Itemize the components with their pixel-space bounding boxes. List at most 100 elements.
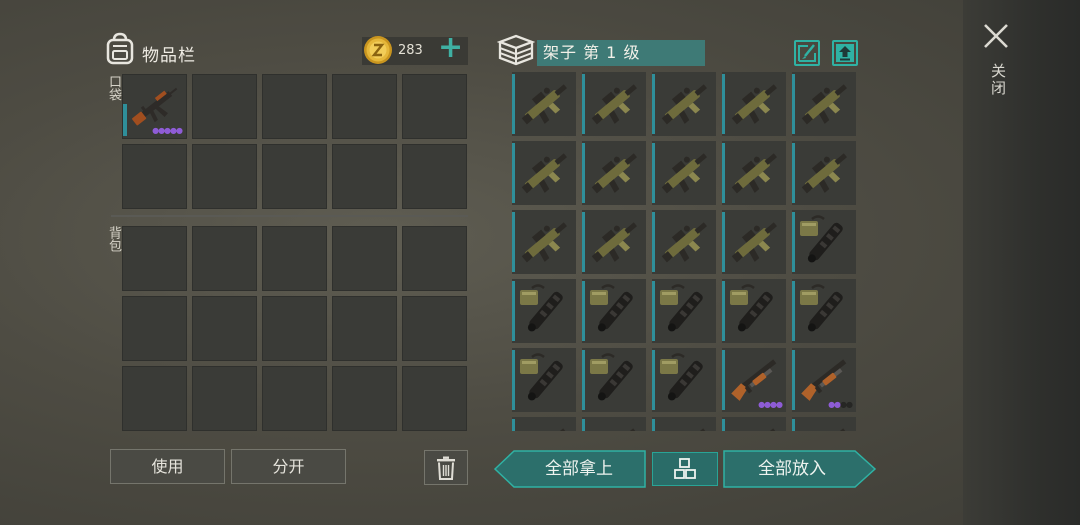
- slot-stripe: [652, 74, 655, 134]
- backpack-slot[interactable]: [332, 226, 397, 291]
- shelf-slot[interactable]: [792, 72, 856, 136]
- shelf-slot[interactable]: [582, 279, 646, 343]
- backpack-slot[interactable]: [402, 226, 467, 291]
- pocket-slot[interactable]: [262, 74, 327, 139]
- backpack-slot[interactable]: [192, 366, 257, 431]
- grenade-launcher-icon: [801, 153, 847, 194]
- backpack-slot[interactable]: [402, 366, 467, 431]
- flamethrower-icon: [520, 353, 563, 401]
- shelf-slot[interactable]: [652, 417, 716, 431]
- upgrade-button[interactable]: [832, 40, 858, 66]
- shelf-slot[interactable]: [652, 72, 716, 136]
- pocket-slot[interactable]: [192, 144, 257, 209]
- shelf-slot[interactable]: [582, 417, 646, 431]
- trash-icon: [437, 456, 455, 480]
- pocket-slot[interactable]: [262, 144, 327, 209]
- delete-button[interactable]: [424, 450, 468, 485]
- backpack-slot[interactable]: [262, 366, 327, 431]
- shotgun-icon: [810, 428, 847, 431]
- shelf-slot[interactable]: [512, 417, 576, 431]
- grenade-launcher-icon: [661, 153, 707, 194]
- shelf-slot[interactable]: [722, 417, 786, 431]
- grenade-launcher-icon: [591, 153, 637, 194]
- shelf-slot[interactable]: [722, 279, 786, 343]
- shelf-slot[interactable]: [722, 210, 786, 274]
- view-toggle-button[interactable]: [652, 452, 718, 486]
- slot-stripe: [722, 281, 725, 341]
- backpack-slot[interactable]: [192, 296, 257, 361]
- backpack-slot[interactable]: [122, 296, 187, 361]
- close-icon[interactable]: [982, 22, 1010, 50]
- slot-stripe: [582, 74, 585, 134]
- slot-stripe: [792, 419, 795, 431]
- add-coins-button[interactable]: +: [438, 33, 463, 63]
- flamethrower-icon: [520, 284, 563, 332]
- put-all-button[interactable]: 全部放入: [725, 451, 859, 487]
- shelf-slot[interactable]: ●●●●: [722, 348, 786, 412]
- shelf-slot[interactable]: [792, 279, 856, 343]
- shelf-slot[interactable]: [722, 141, 786, 205]
- split-button[interactable]: 分开: [231, 449, 346, 484]
- flamethrower-icon: [730, 284, 773, 332]
- pocket-slot[interactable]: ●●●●●: [122, 74, 187, 139]
- slot-stripe: [722, 74, 725, 134]
- shelf-slot[interactable]: [652, 348, 716, 412]
- shelf-slot[interactable]: [652, 210, 716, 274]
- shelf-slot[interactable]: [792, 210, 856, 274]
- backpack-slot[interactable]: [122, 366, 187, 431]
- backpack-slot[interactable]: [122, 226, 187, 291]
- shelf-slot[interactable]: ●●●●: [792, 348, 856, 412]
- pocket-slot[interactable]: [332, 74, 397, 139]
- flamethrower-icon: [800, 284, 843, 332]
- slot-stripe: [652, 212, 655, 272]
- shelf-slot[interactable]: [582, 72, 646, 136]
- shelf-slot[interactable]: [792, 417, 856, 431]
- shelf-slot[interactable]: [512, 279, 576, 343]
- shelf-slot[interactable]: [582, 348, 646, 412]
- sort-button[interactable]: [794, 40, 820, 66]
- backpack-slot[interactable]: [332, 366, 397, 431]
- shelf-slot[interactable]: [512, 141, 576, 205]
- shelf-slot[interactable]: [722, 72, 786, 136]
- take-all-button[interactable]: 全部拿上: [514, 451, 644, 487]
- grenade-launcher-icon: [591, 84, 637, 125]
- backpack-slot[interactable]: [192, 226, 257, 291]
- pocket-slot[interactable]: [122, 144, 187, 209]
- pocket-slot[interactable]: [402, 74, 467, 139]
- backpack-slot[interactable]: [332, 296, 397, 361]
- slot-stripe: [582, 212, 585, 272]
- shotgun-icon: [740, 428, 777, 431]
- backpack-label: 背包: [106, 226, 121, 252]
- shelf-slot[interactable]: [792, 141, 856, 205]
- slot-stripe: [722, 350, 725, 410]
- slot-stripe: [792, 143, 795, 203]
- backpack-slot[interactable]: [402, 296, 467, 361]
- use-button[interactable]: 使用: [110, 449, 225, 484]
- backpack-slot[interactable]: [262, 296, 327, 361]
- shelf-slot[interactable]: [512, 72, 576, 136]
- pocket-slot[interactable]: [332, 144, 397, 209]
- shelf-slot[interactable]: [652, 279, 716, 343]
- flamethrower-icon: [590, 284, 633, 332]
- backpack-icon: [106, 32, 134, 65]
- shelf-slot[interactable]: [582, 210, 646, 274]
- pocket-slot[interactable]: [192, 74, 257, 139]
- slot-stripe: [582, 350, 585, 410]
- shelf-slot[interactable]: [652, 141, 716, 205]
- selected-slot-indicator: [123, 104, 127, 136]
- grenade-launcher-icon: [521, 153, 567, 194]
- shelf-slot[interactable]: [512, 210, 576, 274]
- grenade-launcher-icon: [731, 153, 777, 194]
- shelf-slot[interactable]: [582, 141, 646, 205]
- grenade-launcher-icon: [521, 222, 567, 263]
- slot-stripe: [512, 212, 515, 272]
- flamethrower-icon: [660, 353, 703, 401]
- backpack-slot[interactable]: [262, 226, 327, 291]
- brush-icon: [798, 44, 816, 62]
- slot-stripe: [722, 212, 725, 272]
- shelf-slot[interactable]: [512, 348, 576, 412]
- slot-stripe: [652, 419, 655, 431]
- pocket-slot[interactable]: [402, 144, 467, 209]
- slot-stripe: [722, 143, 725, 203]
- close-label[interactable]: 关闭: [988, 63, 1009, 97]
